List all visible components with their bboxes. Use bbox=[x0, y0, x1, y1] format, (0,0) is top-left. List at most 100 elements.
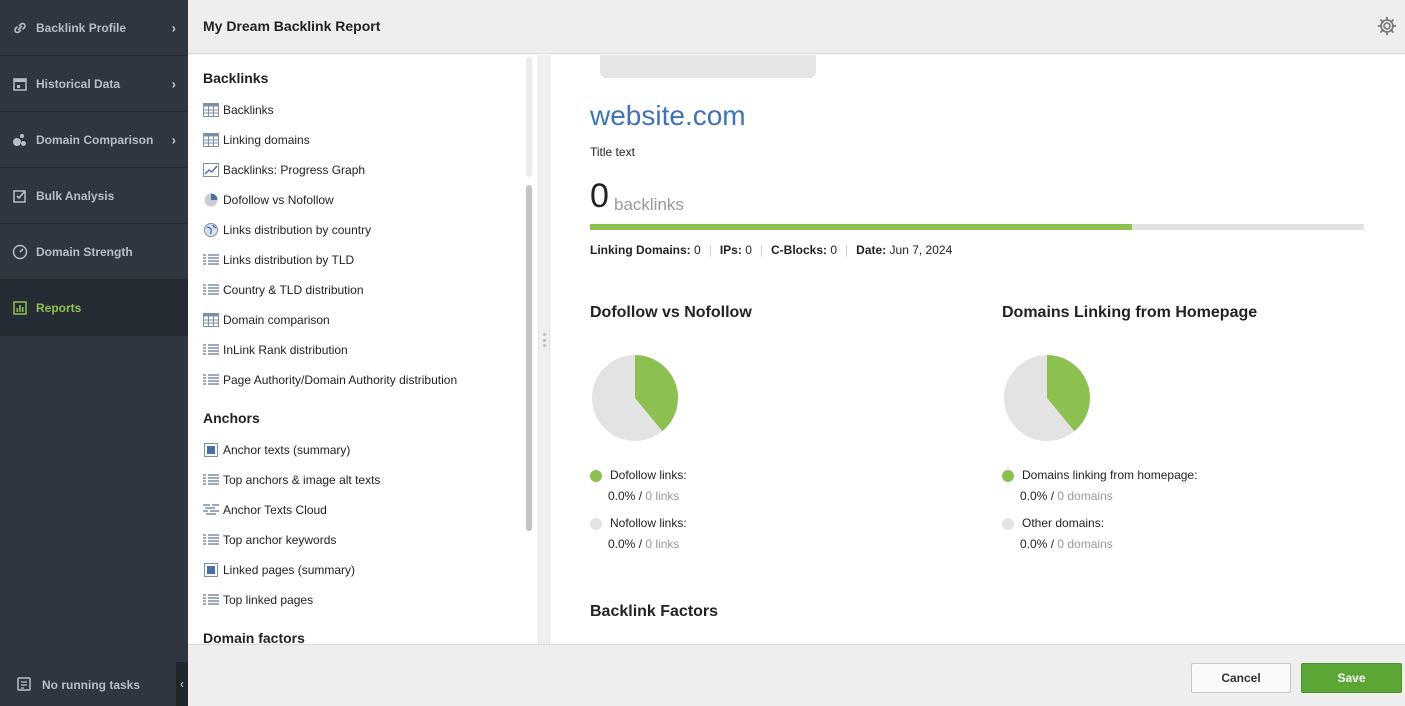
list-item-linking-domains[interactable]: Linking domains bbox=[203, 130, 310, 150]
list-item-pa-da-distribution[interactable]: Page Authority/Domain Authority distribu… bbox=[203, 370, 457, 390]
report-preview: website.com Title text 0 backlinks Linki… bbox=[550, 55, 1405, 644]
scrollbar-track bbox=[526, 57, 532, 177]
stat-label: Date: bbox=[856, 243, 887, 257]
legend-pct: 0.0% bbox=[1020, 537, 1048, 551]
list-item-progress-graph[interactable]: Backlinks: Progress Graph bbox=[203, 160, 365, 180]
legend-label: Other domains: bbox=[1022, 516, 1105, 530]
line-graph-icon bbox=[203, 163, 219, 177]
legend-dot-dofollow bbox=[590, 470, 602, 482]
legend-sep: / bbox=[1047, 489, 1058, 503]
list-item-label: Backlinks: Progress Graph bbox=[223, 163, 366, 177]
legend-count: 0 links bbox=[645, 537, 680, 551]
legend-label: Dofollow links: bbox=[610, 468, 687, 482]
tasks-icon bbox=[16, 676, 32, 695]
separator: | bbox=[845, 243, 849, 257]
nav-item-bulk-analysis[interactable]: Bulk Analysis bbox=[0, 168, 188, 224]
legend-label: Domains linking from homepage: bbox=[1022, 468, 1198, 482]
stat-label: C-Blocks: bbox=[771, 243, 828, 257]
list-item-links-by-country[interactable]: Links distribution by country bbox=[203, 220, 371, 240]
nav-item-reports[interactable]: Reports bbox=[0, 280, 188, 336]
nav-item-historical-data[interactable]: Historical Data › bbox=[0, 56, 188, 112]
legend-dot-nofollow bbox=[590, 518, 602, 530]
list-item-anchor-texts-summary[interactable]: Anchor texts (summary) bbox=[203, 440, 350, 460]
list-item-label: Top anchors & image alt texts bbox=[223, 473, 381, 487]
table-icon bbox=[203, 133, 219, 147]
list-item-top-linked-pages[interactable]: Top linked pages bbox=[203, 590, 313, 610]
legend-pct: 0.0% bbox=[608, 489, 636, 503]
list-item-label: Dofollow vs Nofollow bbox=[223, 193, 334, 207]
tasks-status[interactable]: No running tasks bbox=[0, 664, 188, 706]
legend-sep: / bbox=[635, 537, 646, 551]
nav-item-backlink-profile[interactable]: Backlink Profile › bbox=[0, 0, 188, 56]
tasks-label: No running tasks bbox=[42, 678, 141, 692]
stat-label: IPs: bbox=[719, 243, 742, 257]
gear-icon[interactable] bbox=[1377, 16, 1397, 36]
list-item-label: Linking domains bbox=[223, 133, 310, 147]
gauge-icon bbox=[12, 244, 28, 260]
collapse-sidebar-button[interactable]: ‹ bbox=[176, 662, 188, 706]
list-item-label: Domain comparison bbox=[223, 313, 330, 327]
legend-sep: / bbox=[635, 489, 646, 503]
save-button[interactable]: Save bbox=[1301, 663, 1402, 693]
legend-dot-homepage bbox=[1002, 470, 1014, 482]
bubbles-icon bbox=[12, 132, 28, 148]
legend-sep: / bbox=[1047, 537, 1058, 551]
legend-label: Nofollow links: bbox=[610, 516, 687, 530]
pie-chart-homepage bbox=[1004, 355, 1090, 441]
list-item-top-anchors[interactable]: Top anchors & image alt texts bbox=[203, 470, 380, 490]
legend-value: 0.0% / 0 domains bbox=[1020, 489, 1113, 503]
chart-title-homepage: Domains Linking from Homepage bbox=[1002, 304, 1258, 321]
list-item-label: Anchor Texts Cloud bbox=[223, 503, 327, 517]
backlink-factors-title: Backlink Factors bbox=[590, 603, 719, 620]
title-text: Title text bbox=[590, 145, 635, 159]
stat-value: 0 bbox=[830, 243, 838, 257]
chevron-right-icon: › bbox=[171, 132, 176, 147]
legend-pct: 0.0% bbox=[608, 537, 636, 551]
table-icon bbox=[203, 313, 219, 327]
page-title: My Dream Backlink Report bbox=[203, 18, 381, 34]
nav-label: Domain Strength bbox=[36, 244, 133, 259]
separator: | bbox=[708, 243, 712, 257]
list-item-label: Linked pages (summary) bbox=[223, 563, 356, 577]
pie-chart-dofollow bbox=[592, 355, 678, 441]
list-icon bbox=[203, 533, 219, 547]
progress-fill bbox=[590, 224, 1132, 230]
list-item-anchor-cloud[interactable]: Anchor Texts Cloud bbox=[203, 500, 327, 520]
list-item-label: Anchor texts (summary) bbox=[223, 443, 351, 457]
list-item-label: Top anchor keywords bbox=[223, 533, 337, 547]
report-icon bbox=[12, 300, 28, 316]
stat-value: Jun 7, 2024 bbox=[889, 243, 953, 257]
list-item-domain-comparison[interactable]: Domain comparison bbox=[203, 310, 330, 330]
list-item-country-tld[interactable]: Country & TLD distribution bbox=[203, 280, 364, 300]
list-item-label: InLink Rank distribution bbox=[223, 343, 348, 357]
chart-title-dofollow: Dofollow vs Nofollow bbox=[590, 304, 752, 321]
calendar-icon bbox=[12, 76, 28, 92]
nav-item-domain-strength[interactable]: Domain Strength bbox=[0, 224, 188, 280]
scrollbar-thumb[interactable] bbox=[526, 185, 532, 531]
list-item-top-anchor-keywords[interactable]: Top anchor keywords bbox=[203, 530, 336, 550]
legend-pct: 0.0% bbox=[1020, 489, 1048, 503]
list-item-dofollow-nofollow[interactable]: Dofollow vs Nofollow bbox=[203, 190, 334, 210]
drag-handle-icon bbox=[543, 333, 546, 347]
left-nav: Backlink Profile › Historical Data › Dom… bbox=[0, 0, 188, 706]
footer: Cancel Save bbox=[188, 644, 1405, 706]
list-icon bbox=[203, 593, 219, 607]
stat-value: 0 bbox=[745, 243, 752, 257]
panel-splitter[interactable] bbox=[538, 55, 550, 644]
globe-icon bbox=[203, 223, 219, 237]
list-item-linked-pages-summary[interactable]: Linked pages (summary) bbox=[203, 560, 355, 580]
list-item-backlinks[interactable]: Backlinks bbox=[203, 100, 274, 120]
checklist-icon bbox=[12, 188, 28, 204]
cancel-button[interactable]: Cancel bbox=[1191, 663, 1291, 693]
table-icon bbox=[203, 103, 219, 117]
list-item-inlink-rank[interactable]: InLink Rank distribution bbox=[203, 340, 348, 360]
section-title-domain-factors: Domain factors bbox=[203, 630, 305, 644]
backlinks-label: backlinks bbox=[614, 195, 684, 214]
nav-label: Bulk Analysis bbox=[36, 188, 115, 203]
list-item-label: Links distribution by TLD bbox=[223, 253, 355, 267]
legend-dot-other bbox=[1002, 518, 1014, 530]
nav-item-domain-comparison[interactable]: Domain Comparison › bbox=[0, 112, 188, 168]
section-title-backlinks: Backlinks bbox=[203, 70, 269, 86]
list-item-links-by-tld[interactable]: Links distribution by TLD bbox=[203, 250, 354, 270]
legend-value: 0.0% / 0 links bbox=[608, 537, 679, 551]
